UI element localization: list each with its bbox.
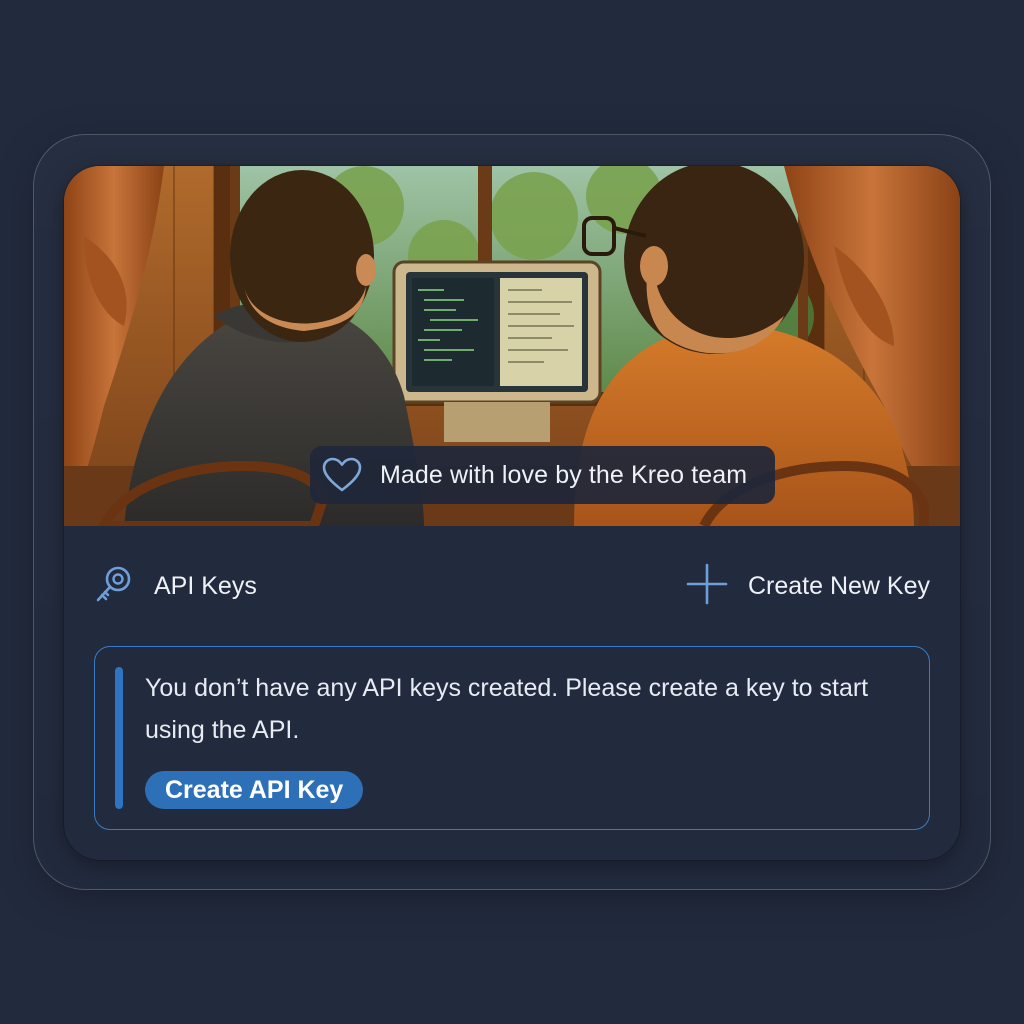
plus-icon bbox=[686, 563, 728, 610]
made-with-love-badge: Made with love by the Kreo team bbox=[310, 446, 776, 504]
create-new-key-label: Create New Key bbox=[747, 571, 930, 600]
api-keys-header: API Keys Create New Key bbox=[94, 563, 930, 609]
api-keys-card: Made with love by the Kreo team API Keys bbox=[64, 166, 960, 860]
empty-state-notice: You don’t have any API keys created. Ple… bbox=[94, 646, 930, 830]
hero-illustration: Made with love by the Kreo team bbox=[64, 166, 960, 526]
section-title: API Keys bbox=[94, 564, 257, 609]
create-api-key-button[interactable]: Create API Key bbox=[145, 771, 364, 809]
badge-text: Made with love by the Kreo team bbox=[380, 460, 748, 489]
empty-state-message: You don’t have any API keys created. Ple… bbox=[145, 674, 869, 744]
page-title: API Keys bbox=[154, 571, 257, 600]
notice-accent-bar bbox=[115, 667, 123, 809]
heart-icon bbox=[322, 455, 362, 495]
key-icon bbox=[94, 564, 134, 609]
create-new-key-button[interactable]: Create New Key bbox=[686, 563, 930, 610]
